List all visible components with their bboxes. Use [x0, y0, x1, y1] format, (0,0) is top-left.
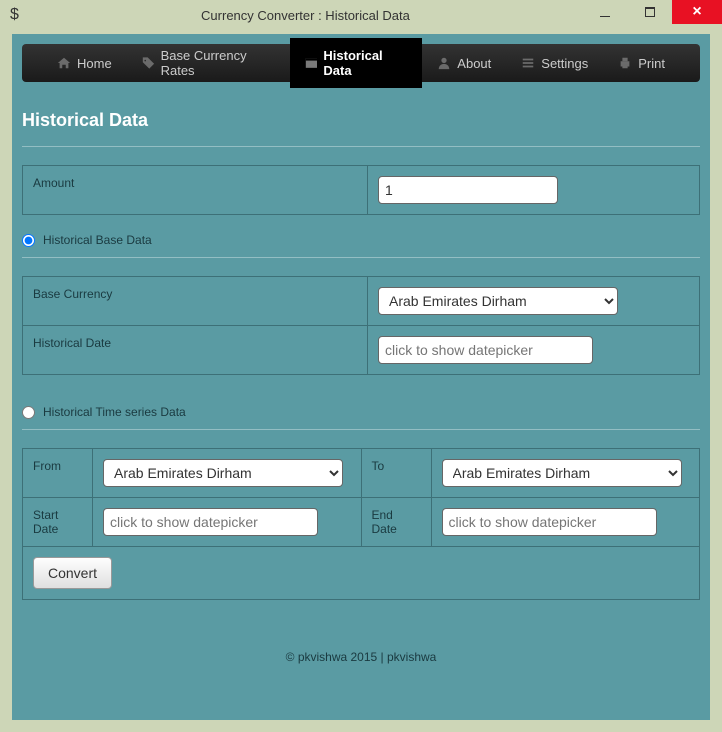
menu-home-label: Home [77, 56, 112, 71]
close-button[interactable]: × [672, 0, 722, 24]
end-date-input[interactable] [442, 508, 657, 536]
tag-icon [142, 56, 155, 70]
divider [22, 146, 700, 147]
base-section: Base Currency Arab Emirates Dirham Histo… [22, 276, 700, 375]
end-date-label: End Date [361, 498, 431, 547]
radio-base-data[interactable] [22, 234, 35, 247]
table-row: Convert [23, 547, 700, 600]
series-section: From Arab Emirates Dirham To Arab Emirat… [22, 448, 700, 547]
historical-date-input[interactable] [378, 336, 593, 364]
to-label: To [361, 449, 431, 498]
end-date-cell [431, 498, 700, 547]
amount-section: Amount [22, 165, 700, 215]
minimize-button[interactable] [582, 0, 627, 24]
amount-input[interactable] [378, 176, 558, 204]
menubar: Home Base Currency Rates Historical Data… [22, 44, 700, 82]
radio-series-label: Historical Time series Data [43, 405, 186, 419]
to-currency-select[interactable]: Arab Emirates Dirham [442, 459, 682, 487]
table-row: Amount [23, 166, 700, 215]
amount-cell [368, 166, 700, 215]
calendar-icon [305, 56, 318, 70]
table-row: Start Date End Date [23, 498, 700, 547]
historical-date-label: Historical Date [23, 326, 368, 375]
menu-about[interactable]: About [422, 46, 506, 81]
menu-home[interactable]: Home [42, 46, 127, 81]
menu-print[interactable]: Print [603, 46, 680, 81]
window-title: Currency Converter : Historical Data [29, 8, 582, 23]
base-currency-cell: Arab Emirates Dirham [368, 277, 700, 326]
menu-historical-label: Historical Data [323, 48, 407, 78]
from-label: From [23, 449, 93, 498]
base-currency-label: Base Currency [23, 277, 368, 326]
menu-base-rates[interactable]: Base Currency Rates [127, 38, 290, 88]
to-cell: Arab Emirates Dirham [431, 449, 700, 498]
historical-date-cell [368, 326, 700, 375]
menu-historical[interactable]: Historical Data [290, 38, 423, 88]
print-icon [618, 56, 632, 70]
start-date-input[interactable] [103, 508, 318, 536]
convert-cell: Convert [23, 547, 700, 600]
radio-base-label: Historical Base Data [43, 233, 152, 247]
page-title: Historical Data [22, 110, 700, 131]
app-body: Home Base Currency Rates Historical Data… [12, 34, 710, 720]
radio-timeseries-data[interactable] [22, 406, 35, 419]
menu-about-label: About [457, 56, 491, 71]
window-controls: × [582, 0, 722, 30]
start-date-cell [93, 498, 362, 547]
person-icon [437, 56, 451, 70]
radio-base-row: Historical Base Data [22, 233, 700, 247]
start-date-label: Start Date [23, 498, 93, 547]
menu-settings-label: Settings [541, 56, 588, 71]
table-row: Base Currency Arab Emirates Dirham [23, 277, 700, 326]
divider [22, 257, 700, 258]
window-titlebar: $ Currency Converter : Historical Data × [0, 0, 722, 30]
footer-text: © pkvishwa 2015 | pkvishwa [22, 650, 700, 664]
app-icon: $ [10, 6, 19, 24]
maximize-button[interactable] [627, 0, 672, 24]
from-cell: Arab Emirates Dirham [93, 449, 362, 498]
table-row: From Arab Emirates Dirham To Arab Emirat… [23, 449, 700, 498]
from-currency-select[interactable]: Arab Emirates Dirham [103, 459, 343, 487]
divider [22, 429, 700, 430]
menu-base-rates-label: Base Currency Rates [161, 48, 275, 78]
amount-label: Amount [23, 166, 368, 215]
convert-section: Convert [22, 547, 700, 600]
radio-series-row: Historical Time series Data [22, 405, 700, 419]
menu-settings[interactable]: Settings [506, 46, 603, 81]
home-icon [57, 56, 71, 70]
table-row: Historical Date [23, 326, 700, 375]
list-icon [521, 56, 535, 70]
menu-print-label: Print [638, 56, 665, 71]
convert-button[interactable]: Convert [33, 557, 112, 589]
base-currency-select[interactable]: Arab Emirates Dirham [378, 287, 618, 315]
